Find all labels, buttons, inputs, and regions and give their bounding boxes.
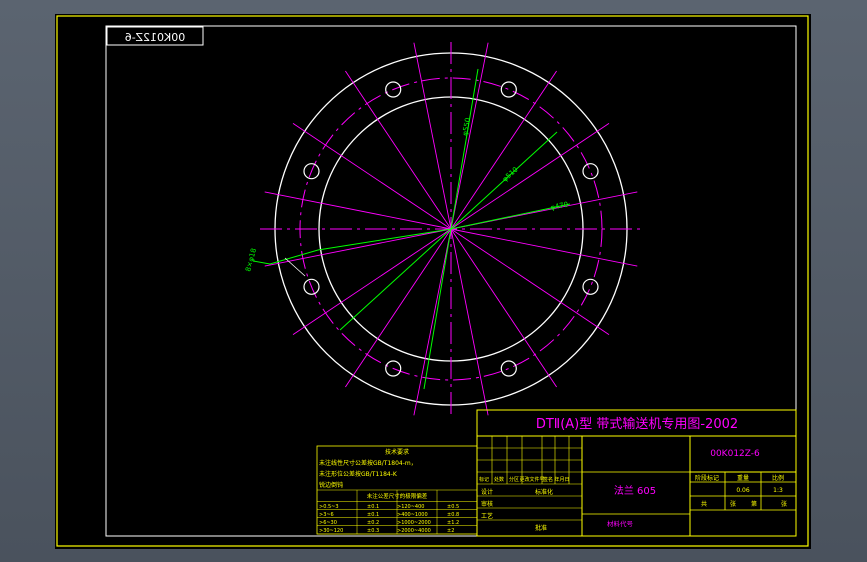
- tol-cell: ±0.5: [447, 504, 459, 510]
- role-label: 工艺: [481, 512, 493, 520]
- outer-frame: [56, 15, 809, 547]
- project-title: DTⅡ(A)型 带式输送机专用图-2002: [536, 416, 738, 432]
- dim-line-1: [450, 68, 479, 230]
- title-block: DTⅡ(A)型 带式输送机专用图-2002 00K012Z-6 法兰 605 材…: [476, 409, 797, 537]
- dim-label-holes: 8×φ18: [244, 247, 258, 272]
- tol-cell: ±0.8: [447, 512, 459, 518]
- stage-header-1: 阶段标记: [695, 474, 719, 482]
- tol-cell: ±0.3: [367, 528, 379, 534]
- tol-cell: >0.5~3: [319, 504, 339, 510]
- bolt-hole: [582, 278, 599, 295]
- rev-col-header: 年月日: [554, 476, 569, 483]
- role-label: 设计: [481, 488, 493, 496]
- tol-cell: >6~30: [319, 520, 337, 526]
- tol-cell: ±2: [447, 528, 454, 534]
- rev-col-header: 签名: [543, 476, 553, 483]
- stage-header-3: 比例: [772, 474, 784, 482]
- bolt-hole: [500, 81, 517, 98]
- tolerance-rows: >0.5~3 ±0.1 >120~400 ±0.5 >3~6 ±0.1 >400~1000 ±…: [317, 490, 477, 534]
- tol-cell: >3~6: [319, 512, 334, 518]
- tol-cell: >30~120: [319, 528, 343, 534]
- tol-cell: >120~400: [397, 504, 424, 510]
- bolt-hole: [500, 360, 517, 377]
- standardize-label: 标准化: [535, 488, 553, 496]
- flange-view: φ550 φ510 φ470 8×φ18: [244, 42, 643, 416]
- notes-line-1: 未注线性尺寸公差按GB/T1804-m，: [319, 459, 417, 467]
- hole-leader-3: [284, 257, 306, 277]
- stage-header-2: 重量: [737, 474, 749, 482]
- part-note: 材料代号: [607, 519, 634, 528]
- sheet-label-1: 共: [701, 500, 707, 508]
- part-name: 法兰 605: [614, 484, 656, 497]
- drawing-code: 00K012Z-6: [710, 449, 760, 459]
- tol-cell: ±0.1: [367, 504, 379, 510]
- tol-cell: >2000~4000: [397, 528, 431, 534]
- bolt-hole: [582, 163, 599, 180]
- revision-grid: 标记 处数 分区 更改文件号签名 年月日设计审核工艺 标准化批准: [477, 435, 582, 537]
- rev-col-header: 分区: [509, 476, 519, 483]
- rev-col-header: 处数: [494, 476, 504, 483]
- cad-drawing: 00K012Z-6 φ550 φ510 φ470 8×φ18 技术要求 未注线性…: [56, 15, 809, 547]
- tolerance-notes: 技术要求 未注线性尺寸公差按GB/T1804-m， 未注形位公差按GB/T118…: [316, 445, 478, 535]
- tol-cell: >400~1000: [397, 512, 428, 518]
- tol-cell: ±0.2: [367, 520, 379, 526]
- rev-col-header: 更改文件号: [519, 476, 544, 483]
- weight-value: 0.06: [736, 487, 750, 494]
- tol-cell: >1000~2000: [397, 520, 431, 526]
- notes-title: 技术要求: [385, 448, 409, 456]
- dim-label-3: φ470: [550, 200, 569, 212]
- sheet-label-4: 张: [781, 500, 787, 508]
- sheet-label-3: 第: [751, 500, 757, 508]
- sheet-label-2: 张: [730, 500, 736, 508]
- hole-leader-2: [252, 260, 271, 265]
- scale-value: 1:3: [773, 487, 783, 494]
- tol-cell: ±1.2: [447, 520, 459, 526]
- notes-line-2: 未注形位公差按GB/T1184-K: [319, 470, 398, 478]
- notes-line-3: 锐边倒钝: [319, 481, 343, 489]
- mirrored-code: 00K012Z-6: [125, 31, 186, 44]
- approve-label: 批准: [535, 524, 547, 532]
- rev-col-header: 标记: [479, 476, 489, 483]
- tol-cell: ±0.1: [367, 512, 379, 518]
- drawing-viewport[interactable]: 00K012Z-6 φ550 φ510 φ470 8×φ18 技术要求 未注线性…: [55, 14, 811, 549]
- dim-line-1b: [423, 228, 452, 390]
- role-label: 审核: [481, 500, 493, 508]
